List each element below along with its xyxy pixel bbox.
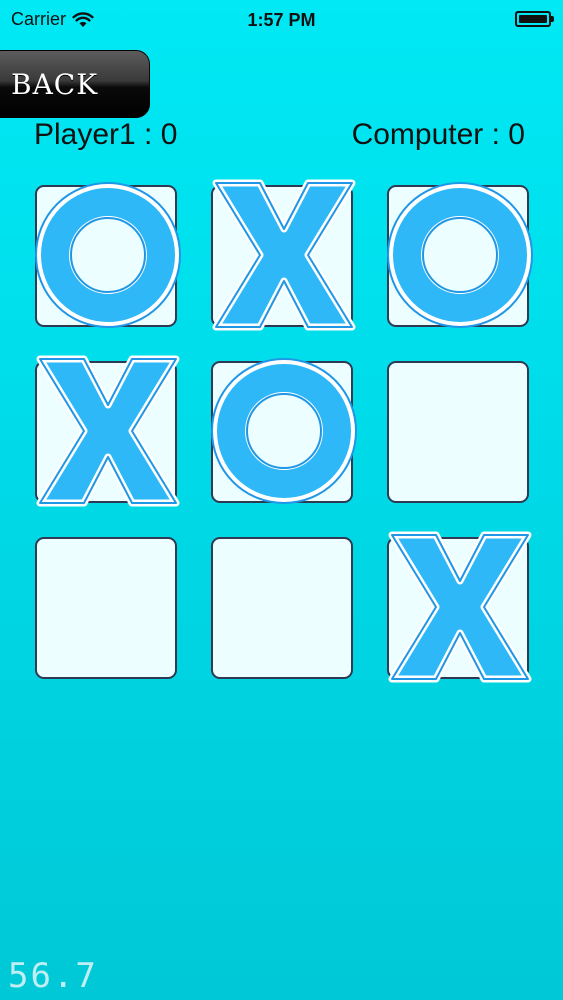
status-bar: Carrier 1:57 PM	[0, 0, 563, 40]
battery-icon	[515, 11, 554, 27]
battery-level	[519, 15, 547, 23]
x-mark-icon	[212, 179, 356, 331]
o-mark-icon	[211, 358, 357, 504]
board-cell-5[interactable]	[211, 358, 357, 504]
board-cell-6[interactable]	[387, 361, 529, 503]
o-mark-icon	[387, 182, 533, 328]
board-cell-9[interactable]	[387, 531, 532, 683]
back-button-label: BACK	[11, 67, 99, 101]
x-mark-icon	[36, 355, 180, 507]
board-cell-3[interactable]	[387, 182, 533, 328]
x-mark-icon	[388, 531, 532, 683]
o-mark-icon	[35, 182, 181, 328]
carrier-indicator: Carrier	[11, 9, 94, 30]
back-button[interactable]: BACK	[0, 50, 150, 118]
wifi-icon	[72, 11, 94, 27]
board-cell-1[interactable]	[35, 182, 181, 328]
status-time: 1:57 PM	[247, 9, 316, 30]
board-cell-2[interactable]	[211, 179, 356, 331]
fps-counter: 56.7	[8, 956, 98, 996]
carrier-label: Carrier	[11, 9, 67, 29]
player-score: Player1 : 0	[34, 118, 178, 151]
computer-score: Computer : 0	[351, 118, 525, 151]
board-cell-8[interactable]	[211, 537, 353, 679]
board-cell-7[interactable]	[35, 537, 177, 679]
board-cell-4[interactable]	[35, 355, 180, 507]
